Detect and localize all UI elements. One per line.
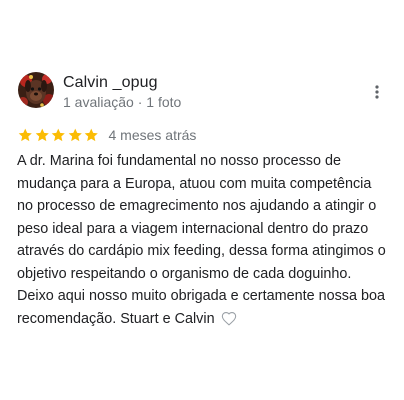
more-vert-icon — [375, 85, 379, 99]
author-meta: 1 avaliação · 1 foto — [63, 94, 182, 110]
star-icon — [51, 128, 65, 142]
review-date: 4 meses atrás — [108, 127, 197, 143]
heart-outline-icon — [221, 311, 236, 326]
rating-row: 4 meses atrás — [17, 126, 196, 144]
star-rating — [17, 127, 100, 143]
avatar[interactable] — [18, 72, 54, 108]
star-icon — [68, 128, 82, 142]
review-text-body: A dr. Marina foi fundamental no nosso pr… — [17, 153, 386, 327]
star-icon — [35, 128, 49, 142]
review-card: Calvin _opug 1 avaliação · 1 foto 4 mese… — [0, 0, 404, 400]
like-button[interactable] — [221, 311, 237, 326]
star-icon — [84, 128, 98, 142]
star-icon — [18, 128, 32, 142]
more-options-button[interactable] — [366, 80, 388, 104]
review-text: A dr. Marina foi fundamental no nosso pr… — [17, 150, 389, 330]
dog-photo-avatar-icon — [18, 72, 54, 108]
author-name[interactable]: Calvin _opug — [63, 73, 158, 93]
